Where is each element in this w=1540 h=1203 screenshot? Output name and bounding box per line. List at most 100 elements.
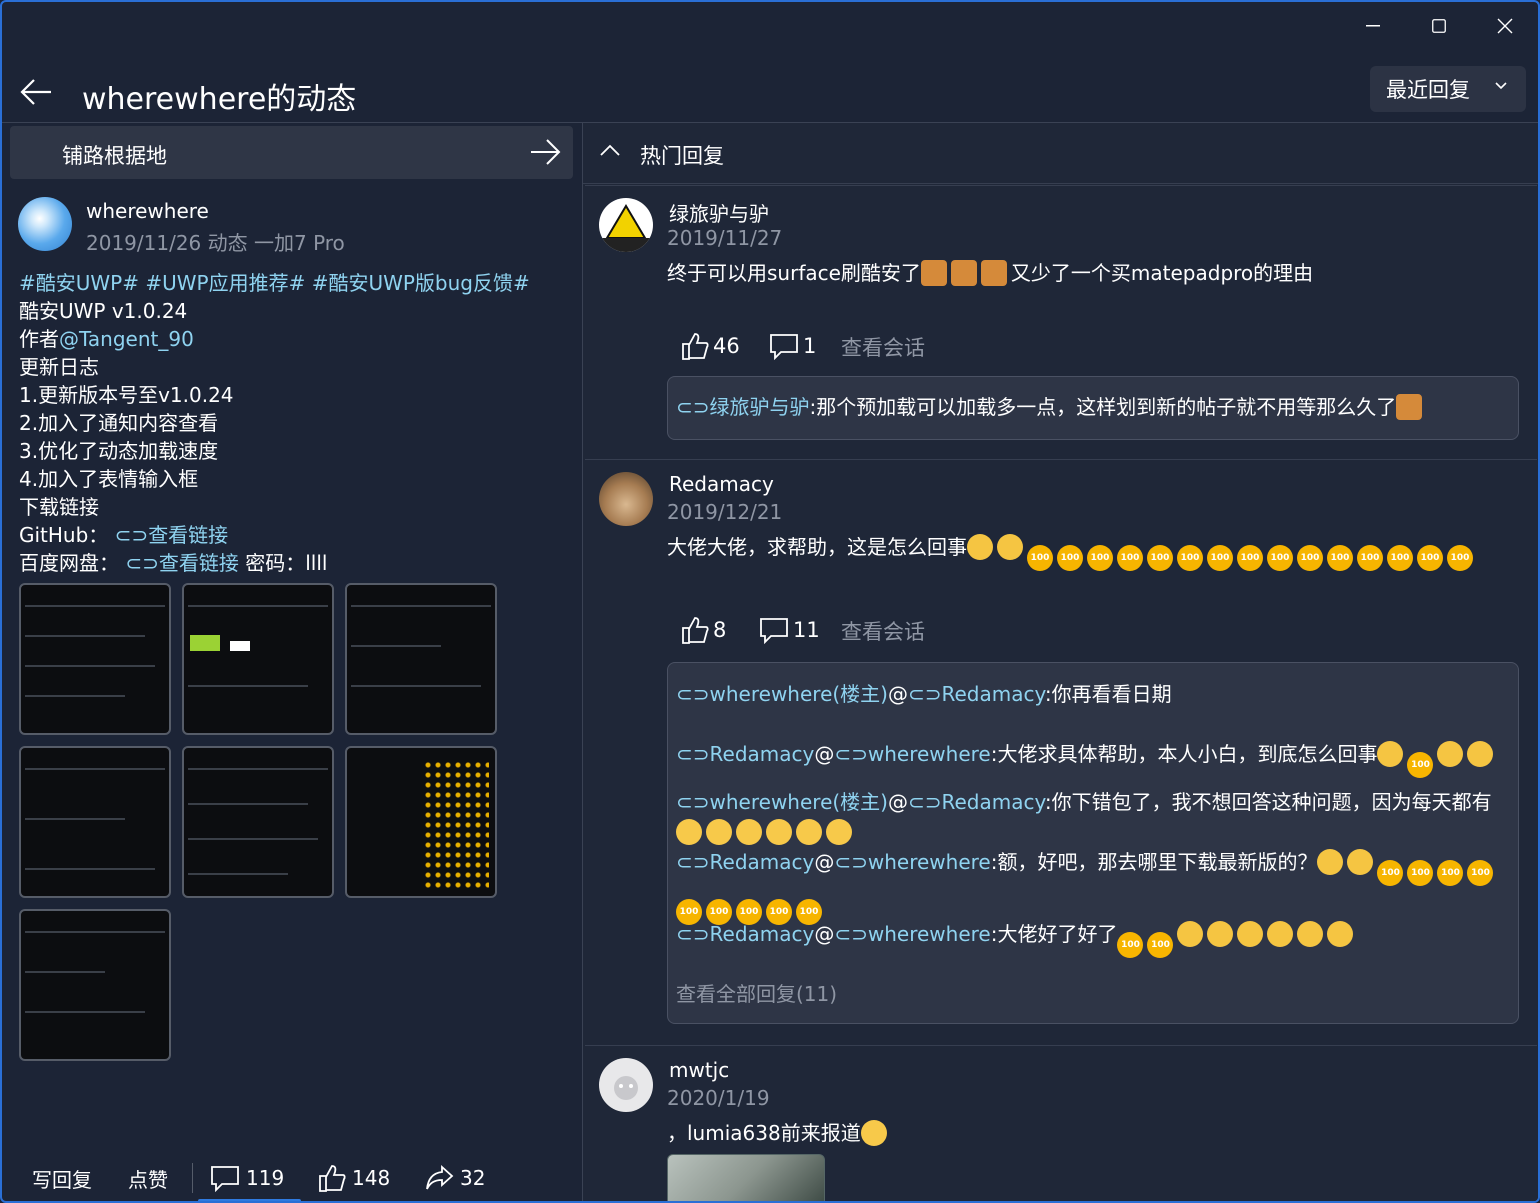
screenshot-thumbnail[interactable] xyxy=(182,583,334,735)
cool-emoji xyxy=(1207,921,1234,947)
user-link[interactable]: ⊂⊃Redamacy xyxy=(676,742,814,766)
screenshot-thumbnail[interactable] xyxy=(19,909,171,1061)
reply-text: 终于可以用surface刷酷安了 又少了一个买matepadpro的理由 xyxy=(667,258,1313,288)
user-link-label: Redamacy xyxy=(709,922,815,946)
view-conversation-link[interactable]: 查看会话 xyxy=(841,332,925,362)
reply-author[interactable]: 绿旅驴与驴 xyxy=(669,198,769,227)
avatar[interactable] xyxy=(599,198,653,252)
github-link-label: 查看链接 xyxy=(148,523,229,547)
comment-button[interactable]: 11 xyxy=(759,610,820,650)
post-pane: 铺路根据地 wherewhere 2019/11/26 动态 一加7 Pro #… xyxy=(2,123,580,1201)
github-prefix: GitHub： xyxy=(19,523,109,547)
minimize-button[interactable] xyxy=(1340,2,1406,50)
user-link[interactable]: ⊂⊃wherewhere xyxy=(834,922,990,946)
sub-reply: ⊂⊃绿旅驴与驴:那个预加载可以加载多一点，这样划到新的帖子就不用等那么久了 xyxy=(676,392,1426,422)
avatar[interactable] xyxy=(18,197,72,251)
like-button[interactable]: 点赞 xyxy=(128,1153,168,1201)
sub-reply-text: :你下错包了，我不想回答这种问题，因为每天都有 xyxy=(1044,790,1492,814)
like-button[interactable]: 8 xyxy=(681,610,726,650)
reply-image-thumbnail[interactable] xyxy=(667,1154,825,1201)
reply-author[interactable]: mwtjc xyxy=(669,1058,729,1082)
reply-actions: 46 1 查看会话 xyxy=(681,326,981,366)
screenshot-thumbnail[interactable] xyxy=(19,746,171,898)
cool-emoji xyxy=(1327,921,1354,947)
horse-emoji xyxy=(950,260,977,286)
hundred-emoji: 100 xyxy=(1207,545,1233,571)
view-all-replies-link[interactable]: 查看全部回复(11) xyxy=(676,979,837,1009)
share-icon xyxy=(426,1164,454,1190)
hundred-emoji: 100 xyxy=(1417,545,1443,571)
cool-emoji xyxy=(1177,921,1204,947)
user-link-label: wherewhere(楼主) xyxy=(709,790,888,814)
user-link[interactable]: ⊂⊃wherewhere xyxy=(834,742,990,766)
baidu-link[interactable]: ⊂⊃查看链接 xyxy=(125,551,239,575)
share-button[interactable]: 32 xyxy=(424,1153,485,1201)
avatar[interactable] xyxy=(599,1058,653,1112)
maximize-button[interactable] xyxy=(1406,2,1472,50)
post-line: 作者@Tangent_90 xyxy=(19,325,574,353)
post-line: 2.加入了通知内容查看 xyxy=(19,411,219,435)
comments-button[interactable]: 119 xyxy=(210,1153,285,1201)
at-sign: @ xyxy=(814,922,835,946)
back-button[interactable] xyxy=(14,72,58,112)
mention-link[interactable]: @Tangent_90 xyxy=(59,327,194,351)
screenshot-thumbnail[interactable] xyxy=(345,583,497,735)
warning-sign-icon xyxy=(599,204,653,252)
reply-button[interactable]: 写回复 xyxy=(32,1153,92,1201)
horse-emoji xyxy=(920,260,947,286)
user-link[interactable]: ⊂⊃wherewhere(楼主) xyxy=(676,790,888,814)
sort-dropdown[interactable]: 最近回复 xyxy=(1370,66,1526,112)
user-link[interactable]: ⊂⊃绿旅驴与驴 xyxy=(676,395,810,419)
close-icon xyxy=(1497,18,1513,34)
comments-count: 119 xyxy=(246,1166,285,1190)
post-author[interactable]: wherewhere xyxy=(86,199,209,223)
reply-date: 2019/11/27 xyxy=(667,226,783,250)
reply-text: 大佬大佬，求帮助，这是怎么回事 100 100 100 100 100 100 100 100 1… xyxy=(667,532,1507,571)
reply-date: 2020/1/19 xyxy=(667,1086,770,1110)
cool-emoji xyxy=(1237,921,1264,947)
post-tags[interactable]: #酷安UWP# #UWP应用推荐# #酷安UWP版bug反馈# xyxy=(19,269,574,297)
user-link[interactable]: ⊂⊃Redamacy xyxy=(908,682,1045,706)
cool-emoji xyxy=(1347,849,1374,875)
cool-emoji xyxy=(1377,741,1404,767)
sub-reply: ⊂⊃Redamacy@⊂⊃wherewhere:大佬求具体帮助，本人小白，到底怎… xyxy=(676,739,1497,778)
comment-button[interactable]: 1 xyxy=(769,326,816,366)
likes-button[interactable]: 148 xyxy=(318,1153,390,1201)
avatar[interactable] xyxy=(599,472,653,526)
user-link-label: wherewhere xyxy=(867,850,991,874)
app-window: wherewhere的动态 最近回复 铺路根据地 wherewhere 2019… xyxy=(0,0,1540,1203)
close-button[interactable] xyxy=(1472,2,1538,50)
reply-author[interactable]: Redamacy xyxy=(669,472,774,496)
post-line: 4.加入了表情输入框 xyxy=(19,467,199,491)
screenshot-thumbnail[interactable] xyxy=(345,746,497,898)
user-link[interactable]: ⊂⊃Redamacy xyxy=(676,922,814,946)
hundred-emoji: 100 xyxy=(1387,545,1413,571)
post-line: 下载链接 xyxy=(19,495,99,519)
view-conversation-link[interactable]: 查看会话 xyxy=(841,616,925,646)
reply-text-part: 终于可以用surface刷酷安了 xyxy=(667,261,921,285)
sub-reply: ⊂⊃Redamacy@⊂⊃wherewhere:大佬好了好了 100 100 xyxy=(676,919,1357,958)
link-icon: ⊂⊃ xyxy=(114,523,149,547)
sub-replies-box: ⊂⊃绿旅驴与驴:那个预加载可以加载多一点，这样划到新的帖子就不用等那么久了 xyxy=(667,376,1519,440)
reply-actions: 8 11 查看会话 xyxy=(681,610,981,650)
screenshot-thumbnail[interactable] xyxy=(19,583,171,735)
user-link-label: 绿旅驴与驴 xyxy=(709,395,810,419)
topic-link[interactable]: 铺路根据地 xyxy=(10,126,573,179)
user-link[interactable]: ⊂⊃wherewhere(楼主) xyxy=(676,682,888,706)
user-link[interactable]: ⊂⊃Redamacy xyxy=(908,790,1045,814)
like-count: 8 xyxy=(713,618,727,642)
user-link[interactable]: ⊂⊃Redamacy xyxy=(676,850,814,874)
post-line: GitHub： ⊂⊃查看链接 xyxy=(19,521,574,549)
minimize-icon xyxy=(1366,25,1380,27)
selected-indicator xyxy=(198,1199,301,1201)
hundred-emoji: 100 xyxy=(1407,752,1434,778)
hot-replies-header[interactable]: 热门回复 xyxy=(583,123,1538,184)
screenshot-thumbnail[interactable] xyxy=(182,746,334,898)
comment-icon xyxy=(760,618,788,644)
sub-reply-text: :大佬好了好了 xyxy=(990,922,1118,946)
user-link[interactable]: ⊂⊃wherewhere xyxy=(834,850,990,874)
sub-reply: ⊂⊃Redamacy@⊂⊃wherewhere:额，好吧，那去哪里下载最新版的？… xyxy=(676,847,1506,925)
hundred-emoji: 100 xyxy=(1237,545,1263,571)
like-button[interactable]: 46 xyxy=(681,326,740,366)
github-link[interactable]: ⊂⊃查看链接 xyxy=(115,523,229,547)
